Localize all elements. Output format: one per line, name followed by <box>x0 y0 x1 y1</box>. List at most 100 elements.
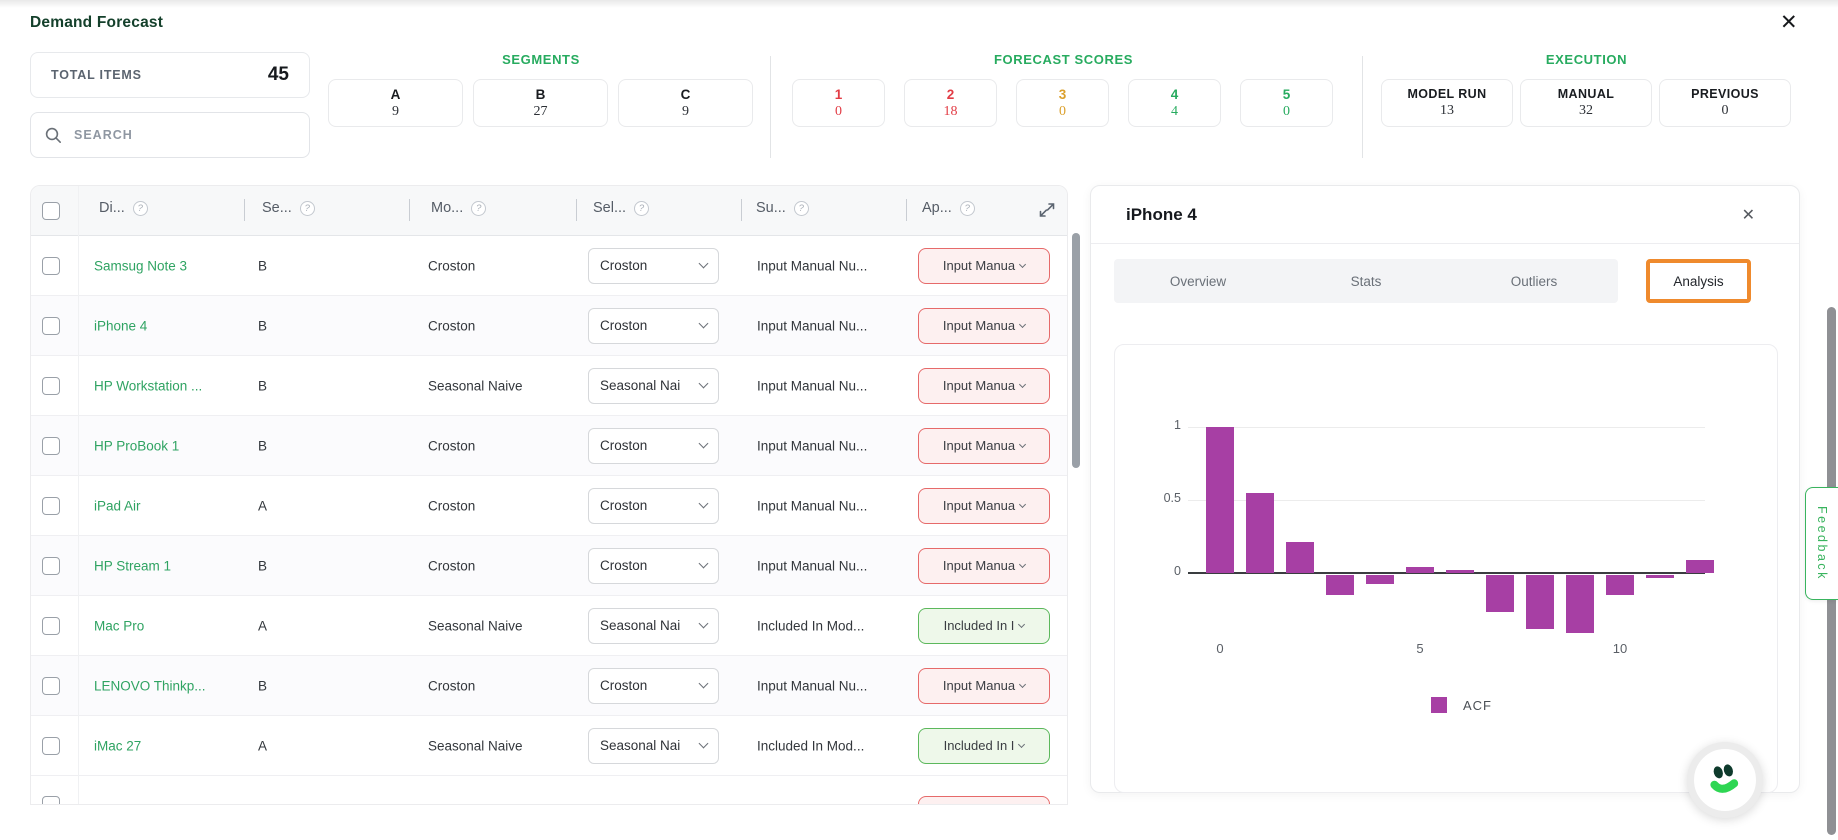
selected-model-dropdown[interactable]: Seasonal Nai <box>588 728 719 764</box>
approval-action-button[interactable]: Input Manua <box>918 488 1050 524</box>
row-checkbox[interactable] <box>42 437 60 455</box>
item-name-link[interactable]: HP Stream 1 <box>94 558 171 573</box>
row-checkbox[interactable] <box>42 617 60 635</box>
table-row: iPhone 4BCrostonCrostonInput Manual Nu..… <box>31 296 1067 356</box>
chevron-down-icon <box>699 499 709 509</box>
table-row: HP ProBook 1BCrostonCrostonInput Manual … <box>31 416 1067 476</box>
execution-card: MODEL RUN13 <box>1381 79 1513 127</box>
approval-action-button[interactable]: Included In I <box>918 728 1050 764</box>
acf-bar <box>1446 570 1474 573</box>
score-card: 10 <box>792 79 885 127</box>
modal-close-icon[interactable]: ✕ <box>1780 10 1798 35</box>
selected-model-dropdown[interactable]: Croston <box>588 248 719 284</box>
acf-bar <box>1286 542 1314 573</box>
tab-overview[interactable]: Overview <box>1114 259 1282 303</box>
help-icon[interactable]: ? <box>794 201 809 216</box>
score-value: 4 <box>1171 104 1178 120</box>
score-label: 1 <box>835 87 843 102</box>
row-checkbox[interactable] <box>42 377 60 395</box>
execution-value: 32 <box>1579 103 1593 119</box>
help-icon[interactable]: ? <box>133 201 148 216</box>
row-checkbox[interactable] <box>42 557 60 575</box>
table-row: Mac Pro A Seasonal Naive Seasonal Nai Includ… <box>31 596 1067 656</box>
selected-model-dropdown[interactable]: Seasonal Nai <box>588 368 719 404</box>
chevron-down-icon <box>699 319 709 329</box>
row-checkbox[interactable] <box>42 677 60 695</box>
segment-cell: A <box>258 618 267 633</box>
selected-model-value: Seasonal Nai <box>600 738 680 753</box>
selected-model-dropdown[interactable]: Croston <box>588 308 719 344</box>
item-name-link[interactable]: Mac Pro <box>94 618 144 633</box>
chevron-down-icon <box>699 559 709 569</box>
y-tick-label: 0 <box>1137 564 1181 578</box>
score-label: 3 <box>1059 87 1067 102</box>
tab-outliers[interactable]: Outliers <box>1450 259 1618 303</box>
execution-card: PREVIOUS0 <box>1659 79 1791 127</box>
help-icon[interactable]: ? <box>300 201 315 216</box>
chevron-down-icon <box>1018 741 1025 748</box>
x-tick-label: 0 <box>1200 641 1240 656</box>
row-checkbox[interactable] <box>42 257 60 275</box>
search-icon <box>45 127 62 144</box>
segment-value: 9 <box>682 104 689 120</box>
item-name-link[interactable]: LENOVO Thinkp... <box>94 678 206 693</box>
segment-label: A <box>391 87 401 102</box>
model-cell: Croston <box>428 318 475 333</box>
help-icon[interactable]: ? <box>960 201 975 216</box>
chat-widget-button[interactable] <box>1687 742 1763 818</box>
help-icon[interactable]: ? <box>634 201 649 216</box>
row-checkbox[interactable] <box>42 796 60 805</box>
row-checkbox[interactable] <box>42 497 60 515</box>
column-label: Di... <box>99 200 125 216</box>
demand-forecast-modal: Demand Forecast ✕ TOTAL ITEMS 45 SEGMENT… <box>0 0 1838 840</box>
item-name-link[interactable]: Samsug Note 3 <box>94 258 187 273</box>
row-checkbox[interactable] <box>42 317 60 335</box>
segment-label: B <box>536 87 546 102</box>
table-scrollbar[interactable] <box>1072 233 1080 468</box>
approval-action-button[interactable]: Input Manua <box>918 668 1050 704</box>
approval-action-button[interactable]: Input Manua <box>918 428 1050 464</box>
acf-bar <box>1686 560 1714 573</box>
execution-card: MANUAL32 <box>1520 79 1652 127</box>
expand-table-icon[interactable] <box>1037 200 1057 220</box>
selected-model-dropdown[interactable]: Croston <box>588 548 719 584</box>
approval-action-button[interactable]: Input Manua <box>918 308 1050 344</box>
approval-action-button[interactable]: Input Manua <box>918 248 1050 284</box>
approval-action-button[interactable] <box>918 796 1050 805</box>
score-label: 5 <box>1283 87 1291 102</box>
selected-model-value: Croston <box>600 318 647 333</box>
execution-value: 13 <box>1440 103 1454 119</box>
item-name-link[interactable]: HP ProBook 1 <box>94 438 179 453</box>
score-label: 4 <box>1171 87 1179 102</box>
search-box[interactable] <box>30 112 310 158</box>
selected-model-dropdown[interactable]: Croston <box>588 428 719 464</box>
selected-model-dropdown[interactable]: Croston <box>588 668 719 704</box>
column-header: Se...? <box>262 200 315 216</box>
approval-action-button[interactable]: Input Manua <box>918 548 1050 584</box>
score-card: 218 <box>904 79 997 127</box>
help-icon[interactable]: ? <box>471 201 486 216</box>
score-value: 0 <box>1059 104 1066 120</box>
panel-header: iPhone 4 ✕ <box>1091 186 1799 244</box>
tab-stats[interactable]: Stats <box>1282 259 1450 303</box>
item-name-link[interactable]: iPhone 4 <box>94 318 147 333</box>
tab-analysis[interactable]: Analysis <box>1646 259 1751 303</box>
select-all-checkbox[interactable] <box>42 202 60 220</box>
selected-model-value: Croston <box>600 678 647 693</box>
feedback-button[interactable]: Feedback <box>1805 487 1838 600</box>
selected-model-dropdown[interactable]: Seasonal Nai <box>588 608 719 644</box>
column-label: Se... <box>262 200 292 216</box>
item-name-link[interactable]: iMac 27 <box>94 738 141 753</box>
panel-close-icon[interactable]: ✕ <box>1742 205 1755 225</box>
feedback-label: Feedback <box>1815 506 1829 581</box>
item-name-link[interactable]: HP Workstation ... <box>94 378 202 393</box>
approval-action-button[interactable]: Included In I <box>918 608 1050 644</box>
item-name-link[interactable]: iPad Air <box>94 498 141 513</box>
selected-model-dropdown[interactable]: Croston <box>588 488 719 524</box>
approval-action-button[interactable]: Input Manua <box>918 368 1050 404</box>
segment-value: 9 <box>392 104 399 120</box>
row-checkbox[interactable] <box>42 737 60 755</box>
search-input[interactable] <box>74 128 274 142</box>
model-cell: Seasonal Naive <box>428 618 523 633</box>
chevron-down-icon <box>699 259 709 269</box>
